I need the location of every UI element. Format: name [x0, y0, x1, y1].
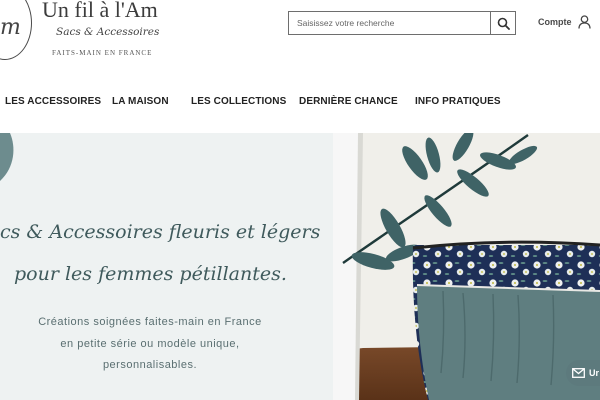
nav-item-accessoires[interactable]: LES ACCESSOIRES: [5, 96, 101, 107]
chat-label: Ur: [589, 368, 600, 378]
pouch-with-leaves-photo: [333, 133, 600, 400]
nav-item-derniere-chance[interactable]: DERNIÈRE CHANCE: [299, 96, 398, 107]
search-bar: [288, 11, 516, 35]
main-nav: LES ACCESSOIRES LA MAISON LES COLLECTION…: [0, 96, 600, 112]
site-header: m Un fil à l'Am Sacs & Accessoires FAITS…: [0, 0, 600, 72]
logo-tagline: FAITS-MAIN EN FRANCE: [52, 49, 153, 57]
hero-banner: cs & Accessoires fleuris et légers pour …: [0, 133, 600, 400]
logo-subtitle: Sacs & Accessoires: [56, 26, 160, 38]
hero-description-line1: Créations soignées faites-main en France: [38, 316, 262, 328]
nav-item-maison[interactable]: LA MAISON: [112, 96, 169, 107]
search-button[interactable]: [490, 12, 515, 34]
mail-icon: [572, 368, 585, 378]
hero-text: cs & Accessoires fleuris et légers pour …: [0, 133, 340, 400]
hero-description-line2: en petite série ou modèle unique,: [60, 338, 240, 350]
nav-item-info-pratiques[interactable]: INFO PRATIQUES: [415, 96, 501, 107]
decorative-leaf-shape: [0, 133, 14, 181]
logo-mark-letter: m: [0, 15, 21, 40]
hero-description-line3: personnalisables.: [102, 359, 198, 371]
hero-headline-line1: cs & Accessoires fleuris et légers: [0, 221, 321, 243]
search-input[interactable]: [289, 12, 490, 34]
user-icon: [577, 15, 591, 29]
search-icon: [497, 17, 510, 30]
logo-title: Un fil à l'Am: [42, 0, 158, 22]
hero-photo-illustration: [333, 133, 600, 400]
nav-item-collections[interactable]: LES COLLECTIONS: [191, 96, 286, 107]
account-link[interactable]: Compte: [538, 15, 591, 29]
account-label: Compte: [538, 17, 572, 27]
hero-headline-line2: pour les femmes pétillantes.: [14, 263, 287, 285]
chat-button[interactable]: Ur: [566, 360, 600, 386]
